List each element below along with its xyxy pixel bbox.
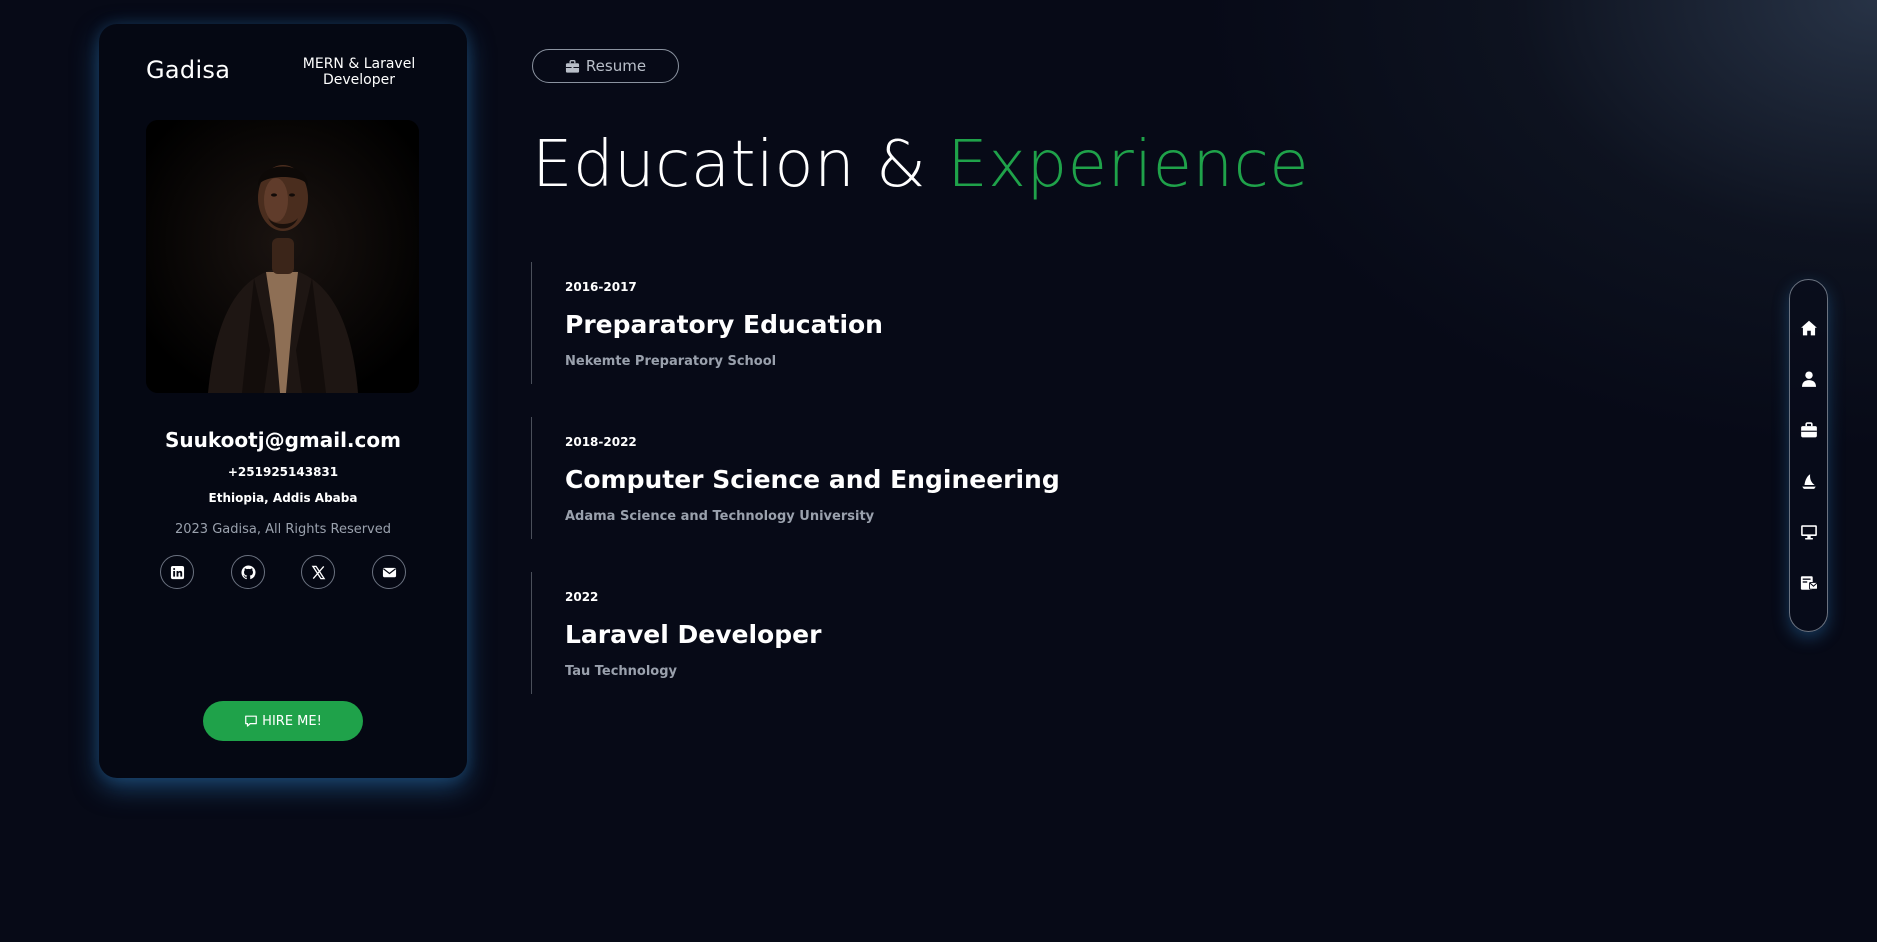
timeline-item: 2022 Laravel Developer Tau Technology <box>531 572 1231 694</box>
timeline-date: 2022 <box>565 590 599 604</box>
timeline-title: Computer Science and Engineering <box>565 465 1060 494</box>
copyright-text: 2023 Gadisa, All Rights Reserved <box>174 522 392 537</box>
hire-me-button[interactable]: HIRE ME! <box>203 701 363 741</box>
chat-icon <box>245 715 258 727</box>
timeline-item: 2018-2022 Computer Science and Engineeri… <box>531 417 1231 539</box>
nav-about[interactable] <box>1797 367 1821 391</box>
timeline-title: Laravel Developer <box>565 620 822 649</box>
contact-location: Ethiopia, Addis Ababa <box>208 491 358 505</box>
side-nav <box>1789 279 1828 632</box>
linkedin-link[interactable] <box>160 555 194 589</box>
nav-portfolio[interactable] <box>1797 520 1821 544</box>
contact-phone: +251925143831 <box>227 465 339 479</box>
heading-plain: Education & <box>532 128 927 202</box>
github-icon <box>240 564 256 579</box>
user-icon <box>1802 371 1816 387</box>
timeline-place: Tau Technology <box>565 664 678 679</box>
heading-accent: Experience <box>947 128 1310 202</box>
profile-card: Gadisa MERN & Laravel Developer Suukootj… <box>99 24 467 778</box>
resume-button[interactable]: Resume <box>532 49 679 83</box>
timeline-item: 2016-2017 Preparatory Education Nekemte … <box>531 262 1231 384</box>
profile-photo <box>146 120 419 393</box>
profile-role: MERN & Laravel Developer <box>302 56 416 88</box>
linkedin-icon <box>170 565 184 579</box>
nav-services[interactable] <box>1797 469 1821 493</box>
nav-resume[interactable] <box>1797 418 1821 442</box>
home-icon <box>1801 320 1817 336</box>
resume-label: Resume <box>585 57 647 75</box>
sailboat-icon <box>1802 474 1816 489</box>
social-links <box>160 555 410 591</box>
briefcase-icon <box>565 59 579 73</box>
x-twitter-icon <box>311 565 325 579</box>
nav-home[interactable] <box>1797 316 1821 340</box>
timeline-place: Adama Science and Technology University <box>565 509 875 524</box>
briefcase-icon <box>1801 422 1817 438</box>
email-link[interactable] <box>372 555 406 589</box>
profile-name: Gadisa <box>146 56 231 84</box>
contact-card-icon <box>1800 576 1818 590</box>
github-link[interactable] <box>231 555 265 589</box>
timeline-place: Nekemte Preparatory School <box>565 354 777 369</box>
x-twitter-link[interactable] <box>301 555 335 589</box>
nav-contact[interactable] <box>1797 571 1821 595</box>
timeline-date: 2018-2022 <box>565 435 637 449</box>
timeline-date: 2016-2017 <box>565 280 637 294</box>
desktop-icon <box>1801 525 1817 540</box>
hire-me-label: HIRE ME! <box>262 713 322 729</box>
contact-email[interactable]: Suukootj@gmail.com <box>99 428 467 452</box>
envelope-icon <box>382 567 396 577</box>
section-heading: Education & Experience <box>532 128 1309 202</box>
timeline-title: Preparatory Education <box>565 310 883 339</box>
